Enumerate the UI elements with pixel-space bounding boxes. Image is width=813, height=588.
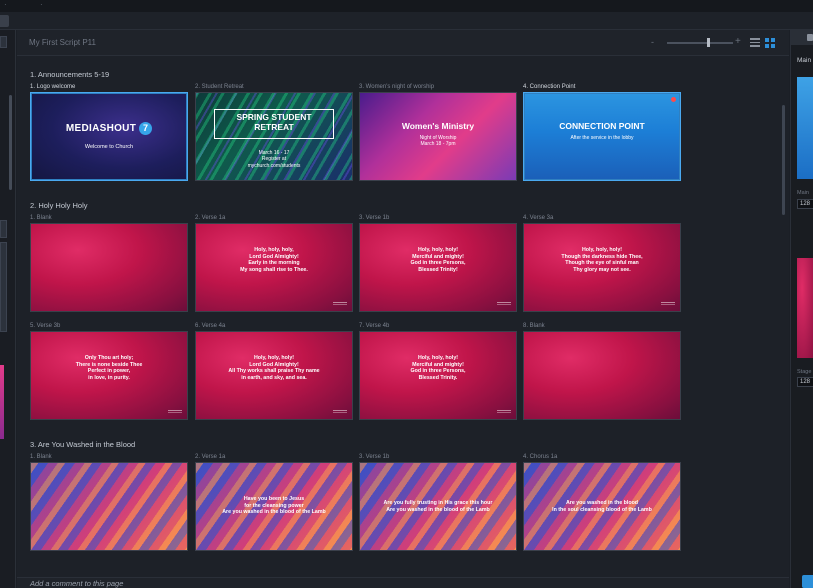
slide-thumbnail[interactable]: Holy, holy, holy! Merciful and mighty! G… xyxy=(359,331,517,420)
copyright-footer xyxy=(497,302,511,305)
slide-label: 6. Verse 4a xyxy=(195,323,226,329)
lyrics-text: Holy, holy, holy! Though the darkness hi… xyxy=(561,247,643,273)
slide-thumbnail[interactable] xyxy=(30,462,188,551)
main-output-preview[interactable] xyxy=(797,77,813,179)
slide-thumbnail[interactable]: Are you fully trusting in His grace this… xyxy=(359,462,517,551)
slide-thumbnail[interactable]: Only Thou art holy; There is none beside… xyxy=(30,331,188,420)
vertical-scrollbar[interactable] xyxy=(782,105,785,215)
script-editor: My First Script P11 - + 1. Announcements… xyxy=(17,30,789,588)
comment-bar[interactable]: Add a comment to this page xyxy=(17,577,789,588)
list-view-icon[interactable] xyxy=(750,38,760,47)
slide-label: 1. Blank xyxy=(30,215,52,221)
slide-heading: CONNECTION POINT xyxy=(559,121,645,131)
slide-label: 5. Verse 3b xyxy=(30,323,61,329)
slide-grid: 1. Announcements 5-19 1. Logo welcome MEDI… xyxy=(17,57,789,577)
slide-label: 2. Verse 1a xyxy=(195,454,226,460)
zoom-slider-handle[interactable] xyxy=(707,38,710,47)
grid-view-icon[interactable] xyxy=(765,38,775,48)
go-live-button[interactable] xyxy=(802,575,813,588)
slide-label: 1. Blank xyxy=(30,454,52,460)
section-title[interactable]: 1. Announcements 5-19 xyxy=(30,70,109,79)
zoom-slider[interactable] xyxy=(667,42,733,44)
section-title[interactable]: 2. Holy Holy Holy xyxy=(30,201,88,210)
slide-heading: Women's Ministry xyxy=(401,121,475,131)
slide-thumbnail[interactable]: MEDIASHOUT 7 Welcome to Church xyxy=(30,92,188,181)
slide-label: 3. Verse 1b xyxy=(359,454,390,460)
left-panel-item[interactable] xyxy=(0,220,7,238)
brand-badge: 7 xyxy=(139,122,153,135)
slide-label: 4. Chorus 1a xyxy=(523,454,558,460)
left-panel-tab[interactable] xyxy=(0,36,7,48)
slide-label: 2. Verse 1a xyxy=(195,215,226,221)
slide-body: Night of Worship March 18 - 7pm xyxy=(419,135,457,148)
slide-label: 3. Verse 1b xyxy=(359,215,390,221)
slide-thumbnail[interactable]: Holy, holy, holy! Lord God Almighty! All… xyxy=(195,331,353,420)
slide-subtitle: Welcome to Church xyxy=(84,144,134,150)
live-indicator-dot xyxy=(671,97,676,102)
right-panel-tab[interactable] xyxy=(791,30,813,45)
slide-thumbnail[interactable]: Holy, holy, holy! Merciful and mighty! G… xyxy=(359,223,517,312)
left-panel xyxy=(0,30,16,588)
slide-label: 8. Blank xyxy=(523,323,545,329)
zoom-in-button[interactable]: + xyxy=(735,36,741,47)
lyrics-text: Holy, holy, holy! Merciful and mighty! G… xyxy=(410,355,466,381)
lyrics-text: Are you washed in the blood In the soul … xyxy=(552,500,652,513)
slide-thumbnail[interactable]: Women's Ministry Night of Worship March 1… xyxy=(359,92,517,181)
tab-strip xyxy=(0,12,813,30)
stage-output-preview[interactable] xyxy=(797,258,813,358)
slide-thumbnail[interactable]: Are you washed in the blood In the soul … xyxy=(523,462,681,551)
left-panel-list[interactable] xyxy=(0,242,7,332)
slide-thumbnail[interactable] xyxy=(30,223,188,312)
copyright-footer xyxy=(661,302,675,305)
copyright-footer xyxy=(168,410,182,413)
window-menu-icon[interactable]: · xyxy=(4,1,12,9)
slide-thumbnail[interactable]: Have you been to Jesus for the cleansing… xyxy=(195,462,353,551)
slide-label: 4. Verse 3a xyxy=(523,215,554,221)
lyrics-text: Have you been to Jesus for the cleansing… xyxy=(222,496,326,516)
lyrics-text: Holy, holy, holy, Lord God Almighty! Ear… xyxy=(240,247,308,273)
slide-thumbnail[interactable]: CONNECTION POINT After the service in the… xyxy=(523,92,681,181)
slide-label: 1. Logo welcome xyxy=(30,84,76,90)
main-output-resolution-field[interactable]: 128 xyxy=(797,199,813,209)
slide-body: After the service in the lobby xyxy=(570,135,634,141)
slide-thumbnail[interactable] xyxy=(523,331,681,420)
stage-output-label: Stage xyxy=(797,369,812,375)
database-icon xyxy=(807,34,813,41)
panel-toggle-icon[interactable] xyxy=(0,15,9,27)
slide-thumbnail[interactable]: Holy, holy, holy! Though the darkness hi… xyxy=(523,223,681,312)
copyright-footer xyxy=(497,410,511,413)
copyright-footer xyxy=(333,302,347,305)
right-panel: Main Main 128 Stage 128 xyxy=(790,30,813,588)
brand-name: MEDIASHOUT xyxy=(65,123,137,135)
lyrics-text: Only Thou art holy; There is none beside… xyxy=(75,355,143,381)
title-bar: · · xyxy=(0,0,813,12)
slide-label: 2. Student Retreat xyxy=(195,84,244,90)
copyright-footer xyxy=(333,410,347,413)
lyrics-text: Holy, holy, holy! Lord God Almighty! All… xyxy=(228,355,320,381)
lyrics-text: Are you fully trusting in His grace this… xyxy=(383,500,493,513)
section-title[interactable]: 3. Are You Washed in the Blood xyxy=(30,440,135,449)
stage-output-resolution-field[interactable]: 128 xyxy=(797,377,813,387)
window-option-icon[interactable]: · xyxy=(40,1,48,9)
brand-logo: MEDIASHOUT 7 xyxy=(31,122,187,135)
script-header: My First Script P11 - + xyxy=(17,30,789,56)
slide-label: 3. Women's night of worship xyxy=(359,84,435,90)
script-title: My First Script P11 xyxy=(29,38,96,47)
slide-thumbnail[interactable]: SPRING STUDENT RETREAT March 16 - 17 Regi… xyxy=(195,92,353,181)
lyrics-text: Holy, holy, holy! Merciful and mighty! G… xyxy=(410,247,466,273)
slide-heading: SPRING STUDENT RETREAT xyxy=(236,112,312,133)
left-panel-scrollbar[interactable] xyxy=(9,95,12,190)
main-output-label: Main xyxy=(797,57,812,64)
zoom-out-button[interactable]: - xyxy=(651,37,654,47)
left-panel-preview-thumbnail[interactable] xyxy=(0,365,4,439)
main-output-resolution-label: Main xyxy=(797,190,809,196)
slide-thumbnail[interactable]: Holy, holy, holy, Lord God Almighty! Ear… xyxy=(195,223,353,312)
comment-placeholder[interactable]: Add a comment to this page xyxy=(30,579,123,588)
slide-label: 7. Verse 4b xyxy=(359,323,390,329)
slide-body: March 16 - 17 Register at mychurch.com/s… xyxy=(247,150,301,169)
slide-label: 4. Connection Point xyxy=(523,84,576,90)
